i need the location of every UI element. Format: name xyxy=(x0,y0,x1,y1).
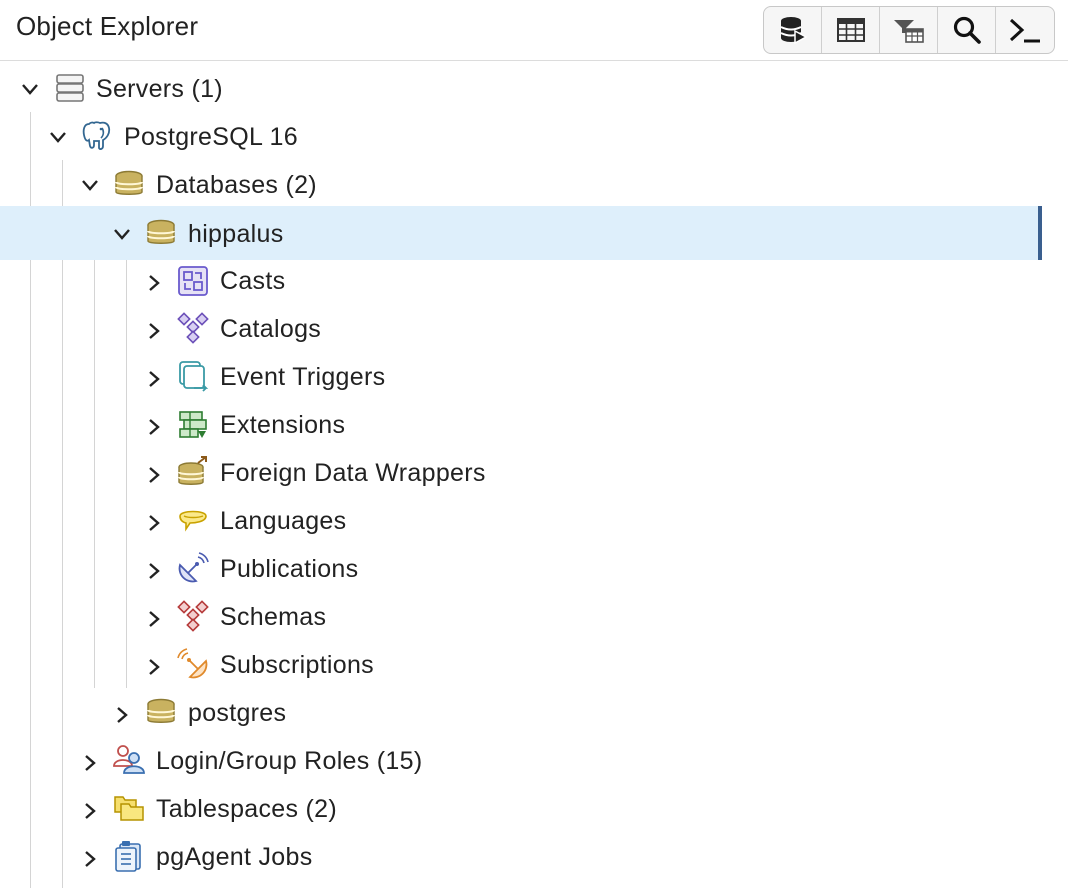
tablespaces-folder-icon xyxy=(112,791,146,825)
extensions-icon xyxy=(176,407,210,441)
chevron-down-icon[interactable] xyxy=(78,173,102,197)
chevron-down-icon[interactable] xyxy=(46,125,70,149)
search-icon xyxy=(952,15,982,45)
database-icon xyxy=(144,695,178,729)
tree-node-languages[interactable]: Languages xyxy=(0,496,1042,544)
postgresql-elephant-icon xyxy=(80,118,114,152)
pgagent-jobs-clipboard-icon xyxy=(112,839,146,873)
tree-node-subscriptions[interactable]: Subscriptions xyxy=(0,640,1042,688)
tree-node-schemas[interactable]: Schemas xyxy=(0,592,1042,640)
tree-node-foreign-data-wrappers[interactable]: Foreign Data Wrappers xyxy=(0,448,1042,496)
tree-node-label: Login/Group Roles (15) xyxy=(156,747,423,775)
tree-node-label: Schemas xyxy=(220,603,327,631)
chevron-down-icon[interactable] xyxy=(110,222,134,246)
chevron-right-icon[interactable] xyxy=(78,751,102,775)
object-explorer-header: Object Explorer xyxy=(0,0,1068,61)
tree-node-catalogs[interactable]: Catalogs xyxy=(0,304,1042,352)
roles-users-icon xyxy=(112,742,146,776)
tree-node-casts[interactable]: Casts xyxy=(0,256,1042,304)
event-triggers-icon xyxy=(176,359,210,393)
databases-icon xyxy=(112,167,146,201)
tree-node-server[interactable]: PostgreSQL 16 xyxy=(0,112,1042,160)
tree-node-publications[interactable]: Publications xyxy=(0,544,1042,592)
tree-node-label: Extensions xyxy=(220,411,346,439)
chevron-down-icon[interactable] xyxy=(18,77,42,101)
chevron-right-icon[interactable] xyxy=(142,655,166,679)
tree-node-label: Servers (1) xyxy=(96,75,223,103)
publications-satellite-icon xyxy=(176,551,210,585)
chevron-right-icon[interactable] xyxy=(142,607,166,631)
tree-node-database[interactable]: postgres xyxy=(0,688,1042,736)
tree-node-label: Languages xyxy=(220,507,347,535)
filtered-rows-button[interactable] xyxy=(880,7,938,53)
object-tree: Servers (1) PostgreSQL 16 Databases (2) … xyxy=(0,64,1068,888)
tree-node-label: hippalus xyxy=(188,220,284,248)
tree-node-label: postgres xyxy=(188,699,287,727)
chevron-right-icon[interactable] xyxy=(78,847,102,871)
chevron-right-icon[interactable] xyxy=(142,559,166,583)
tree-node-pgagent-jobs[interactable]: pgAgent Jobs xyxy=(0,832,1042,880)
tree-node-label: Tablespaces (2) xyxy=(156,795,337,823)
catalogs-icon xyxy=(176,311,210,345)
database-play-icon xyxy=(778,15,808,45)
chevron-right-icon[interactable] xyxy=(78,799,102,823)
tree-node-event-triggers[interactable]: Event Triggers xyxy=(0,352,1042,400)
chevron-right-icon[interactable] xyxy=(142,271,166,295)
tree-node-label: Publications xyxy=(220,555,359,583)
foreign-data-wrapper-icon xyxy=(176,455,210,489)
tree-node-tablespaces[interactable]: Tablespaces (2) xyxy=(0,784,1042,832)
chevron-right-icon[interactable] xyxy=(142,415,166,439)
filter-table-icon xyxy=(893,15,925,45)
subscriptions-satellite-icon xyxy=(176,647,210,681)
search-objects-button[interactable] xyxy=(938,7,996,53)
chevron-right-icon[interactable] xyxy=(142,463,166,487)
schemas-icon xyxy=(176,599,210,633)
tree-node-database-selected[interactable]: hippalus xyxy=(0,206,1042,260)
chevron-right-icon[interactable] xyxy=(142,319,166,343)
table-grid-icon xyxy=(836,15,866,45)
tree-node-label: PostgreSQL 16 xyxy=(124,123,298,151)
tree-node-label: Databases (2) xyxy=(156,171,317,199)
explorer-toolbar xyxy=(763,6,1055,54)
tree-node-label: Subscriptions xyxy=(220,651,374,679)
casts-icon xyxy=(176,264,210,298)
servers-icon xyxy=(54,71,88,105)
view-data-button[interactable] xyxy=(822,7,880,53)
tree-node-label: pgAgent Jobs xyxy=(156,843,313,871)
chevron-right-icon[interactable] xyxy=(110,703,134,727)
languages-icon xyxy=(176,504,210,538)
chevron-right-icon[interactable] xyxy=(142,367,166,391)
tree-node-servers[interactable]: Servers (1) xyxy=(0,64,1042,112)
tree-node-login-group-roles[interactable]: Login/Group Roles (15) xyxy=(0,736,1042,784)
tree-node-label: Casts xyxy=(220,267,286,295)
tree-node-label: Foreign Data Wrappers xyxy=(220,459,486,487)
chevron-right-icon[interactable] xyxy=(142,511,166,535)
tree-node-label: Event Triggers xyxy=(220,363,386,391)
terminal-icon xyxy=(1008,15,1042,45)
tree-node-databases[interactable]: Databases (2) xyxy=(0,160,1042,208)
tree-node-label: Catalogs xyxy=(220,315,322,343)
panel-title: Object Explorer xyxy=(16,11,199,41)
tree-node-extensions[interactable]: Extensions xyxy=(0,400,1042,448)
query-tool-button[interactable] xyxy=(764,7,822,53)
database-icon xyxy=(144,216,178,250)
psql-tool-button[interactable] xyxy=(996,7,1054,53)
